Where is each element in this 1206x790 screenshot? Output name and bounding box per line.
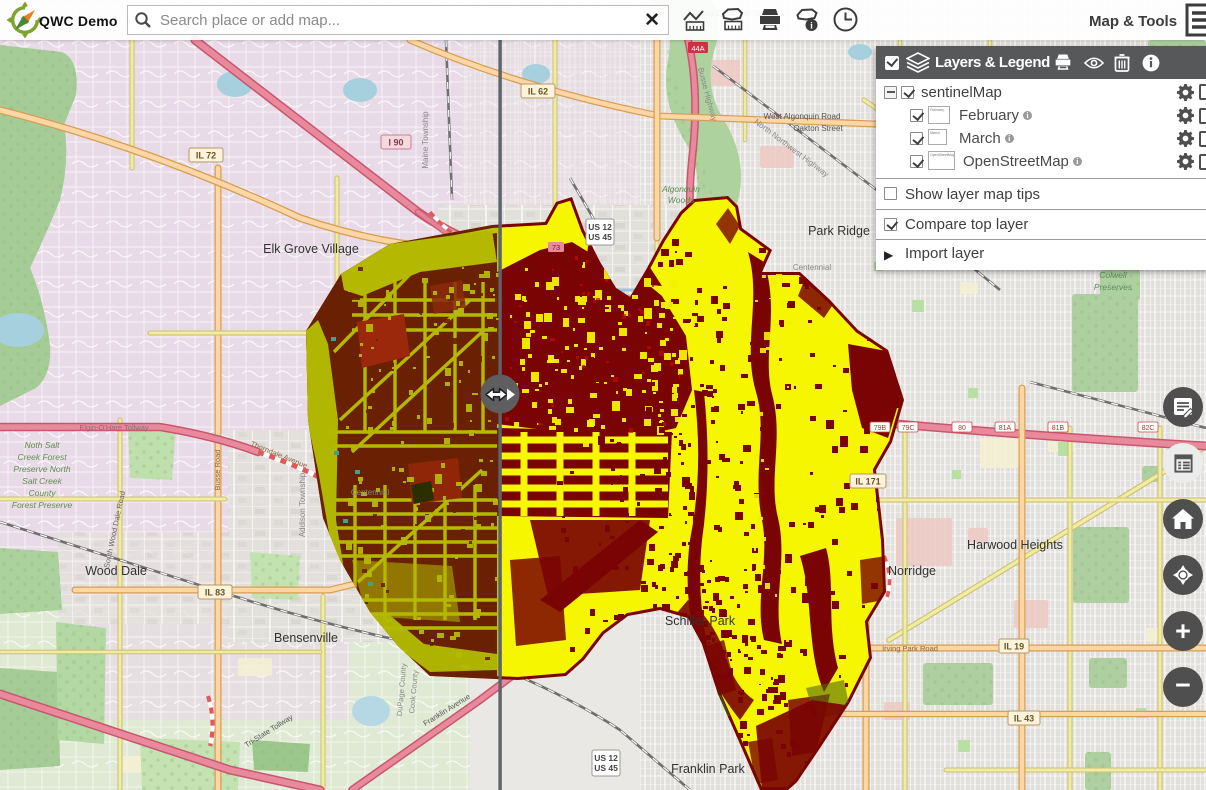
svg-text:IL 83: IL 83 xyxy=(205,588,225,598)
svg-text:81B: 81B xyxy=(1052,425,1065,432)
svg-text:I 90: I 90 xyxy=(388,138,403,148)
svg-text:US 45: US 45 xyxy=(594,763,618,773)
svg-text:Woods: Woods xyxy=(668,195,695,205)
svg-text:IL 72: IL 72 xyxy=(196,151,216,161)
svg-text:US 12: US 12 xyxy=(594,753,618,763)
svg-text:Creek Forest: Creek Forest xyxy=(17,452,67,462)
svg-text:Colwell: Colwell xyxy=(1099,270,1128,280)
svg-text:Addison Township: Addison Township xyxy=(298,472,307,537)
svg-text:Preserve North: Preserve North xyxy=(13,464,70,474)
svg-text:81A: 81A xyxy=(999,425,1012,432)
svg-text:Noth Salt: Noth Salt xyxy=(25,440,61,450)
svg-text:Centennial: Centennial xyxy=(351,488,389,497)
svg-text:Algonquin: Algonquin xyxy=(661,184,700,194)
svg-text:IL 171: IL 171 xyxy=(855,477,880,487)
svg-text:IL 43: IL 43 xyxy=(1014,714,1034,724)
svg-text:80: 80 xyxy=(958,425,966,432)
svg-text:Salt Creek: Salt Creek xyxy=(22,476,62,486)
svg-text:82C: 82C xyxy=(1142,425,1155,432)
svg-text:Harwood Heights: Harwood Heights xyxy=(967,538,1063,552)
svg-text:Elgin-O'Hare Tollway: Elgin-O'Hare Tollway xyxy=(79,423,148,432)
svg-text:Franklin Park: Franklin Park xyxy=(671,762,745,776)
svg-text:US 45: US 45 xyxy=(588,232,612,242)
svg-text:73: 73 xyxy=(552,243,560,252)
svg-text:Centennial: Centennial xyxy=(793,263,831,272)
svg-text:79B: 79B xyxy=(874,425,887,432)
svg-text:Forest Preserve: Forest Preserve xyxy=(12,500,73,510)
svg-text:Irving Park Road: Irving Park Road xyxy=(882,644,938,653)
svg-text:County: County xyxy=(29,488,57,498)
svg-text:Norridge: Norridge xyxy=(888,564,936,578)
svg-text:Busse Road: Busse Road xyxy=(213,450,222,491)
svg-text:IL 19: IL 19 xyxy=(1004,642,1024,652)
svg-text:Oakton Street: Oakton Street xyxy=(793,124,843,133)
svg-text:Schiller Park: Schiller Park xyxy=(665,614,736,628)
svg-text:Maine Township: Maine Township xyxy=(421,111,430,169)
svg-text:IL 62: IL 62 xyxy=(528,87,548,97)
svg-text:Preserves: Preserves xyxy=(1094,282,1133,292)
svg-text:US 12: US 12 xyxy=(588,222,612,232)
svg-text:44A: 44A xyxy=(691,44,704,53)
svg-text:Bensenville: Bensenville xyxy=(274,631,338,645)
svg-text:Elk Grove Village: Elk Grove Village xyxy=(263,242,359,256)
svg-text:Wood Dale: Wood Dale xyxy=(85,564,147,578)
svg-text:79C: 79C xyxy=(902,425,915,432)
svg-text:Park Ridge: Park Ridge xyxy=(808,224,870,238)
svg-text:West Algonquin Road: West Algonquin Road xyxy=(764,112,841,121)
